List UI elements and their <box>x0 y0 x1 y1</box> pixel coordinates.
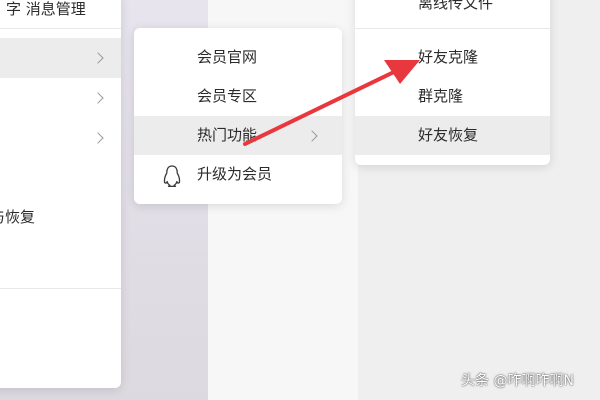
menu-item-friend-recovery[interactable]: 好友恢复 <box>355 116 550 155</box>
menu-item-recovery[interactable]: 与恢复 <box>0 198 121 237</box>
menu-item-label: 会员专区 <box>197 87 258 105</box>
menu-item-label: 与恢复 <box>0 208 36 226</box>
qq-penguin-icon <box>163 165 181 187</box>
menu-item-offline-file[interactable]: 离线传文件 <box>355 0 550 23</box>
menu-divider <box>0 28 121 29</box>
menu-item-vip[interactable] <box>0 38 121 78</box>
chevron-right-icon <box>92 52 104 64</box>
menu-item-label: 群克隆 <box>418 87 464 105</box>
menu-item-submenu-3[interactable] <box>0 118 121 158</box>
menu-item-label: 离线传文件 <box>418 0 494 12</box>
menu-item-label: 升级为会员 <box>197 165 273 183</box>
menu-divider <box>355 28 550 29</box>
menu-item-group-clone[interactable]: 群克隆 <box>355 77 550 116</box>
menu-divider <box>0 288 121 289</box>
menu-item-label: 好友克隆 <box>418 48 479 66</box>
menu-item-label: 热门功能 <box>197 126 258 144</box>
menu-item-message-manager[interactable]: 字 消息管理 <box>0 0 121 31</box>
menu-item-label: 好友恢复 <box>418 126 479 144</box>
menu-item-hot-features[interactable]: 热门功能 <box>134 116 342 155</box>
vip-submenu: 会员官网 会员专区 热门功能 升级为会员 <box>134 28 342 204</box>
menu-item-upgrade-vip[interactable]: 升级为会员 <box>134 155 342 194</box>
main-menu: 字 消息管理 与恢复 <box>0 0 121 388</box>
menu-item-submenu-2[interactable] <box>0 78 121 118</box>
menu-item-vip-website[interactable]: 会员官网 <box>134 38 342 77</box>
menu-item-label: 会员官网 <box>197 48 258 66</box>
chevron-right-icon <box>92 132 104 144</box>
chevron-right-icon <box>92 92 104 104</box>
watermark: 头条 @咋啊咋啊N <box>461 373 574 389</box>
menu-item-vip-zone[interactable]: 会员专区 <box>134 77 342 116</box>
hot-features-submenu: 离线传文件 好友克隆 群克隆 好友恢复 <box>355 0 550 165</box>
menu-item-friend-clone[interactable]: 好友克隆 <box>355 38 550 77</box>
chevron-right-icon <box>306 130 318 142</box>
menu-item-label: 字 消息管理 <box>6 0 86 18</box>
